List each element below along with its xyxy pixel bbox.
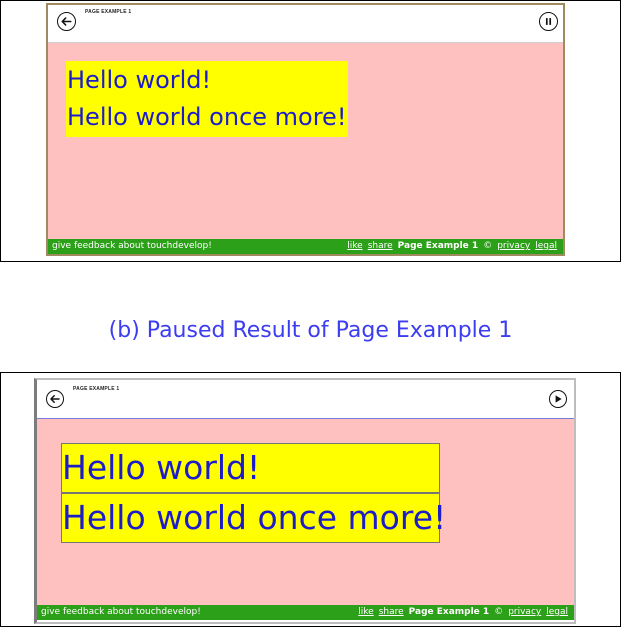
hello-line-1: Hello world! — [62, 448, 261, 487]
share-link[interactable]: share — [379, 605, 404, 620]
back-arrow-icon — [61, 17, 72, 26]
like-link[interactable]: like — [358, 605, 373, 620]
hello-line-1: Hello world! — [67, 66, 212, 94]
back-arrow-icon — [50, 395, 60, 403]
footer-page-name: Page Example 1 — [397, 241, 479, 251]
bottom-app-screen: PAGE EXAMPLE 1 Hello world! Hello world … — [34, 378, 576, 624]
copyright-symbol: © — [494, 607, 504, 617]
page-title: PAGE EXAMPLE 1 — [73, 386, 120, 392]
content-area: Hello world! Hello world once more! — [48, 43, 563, 239]
back-button[interactable] — [57, 12, 76, 31]
top-app-screen: PAGE EXAMPLE 1 Hello world! Hello world … — [46, 3, 565, 256]
top-header-bar: PAGE EXAMPLE 1 — [48, 5, 563, 42]
text-box-row-1: Hello world! — [61, 443, 440, 493]
like-link[interactable]: like — [347, 239, 362, 254]
pause-icon — [545, 18, 552, 25]
footer-page-name: Page Example 1 — [408, 607, 490, 617]
figure-caption: (b) Paused Result of Page Example 1 — [108, 318, 513, 343]
content-area: Hello world! Hello world once more! — [37, 419, 574, 605]
footer-bar: give feedback about touchdevelop! like s… — [37, 605, 574, 620]
footer-links: like share Page Example 1 © privacy lega… — [358, 605, 568, 620]
feedback-link[interactable]: give feedback about touchdevelop! — [52, 239, 212, 254]
legal-link[interactable]: legal — [535, 239, 557, 254]
page-title: PAGE EXAMPLE 1 — [85, 9, 132, 15]
legal-link[interactable]: legal — [546, 605, 568, 620]
pause-button[interactable] — [539, 12, 558, 31]
privacy-link[interactable]: privacy — [508, 605, 541, 620]
text-box: Hello world! Hello world once more! — [66, 61, 348, 137]
share-link[interactable]: share — [368, 239, 393, 254]
privacy-link[interactable]: privacy — [497, 239, 530, 254]
play-icon — [555, 395, 562, 403]
footer-bar: give feedback about touchdevelop! like s… — [48, 239, 563, 254]
play-button[interactable] — [549, 390, 567, 408]
footer-links: like share Page Example 1 © privacy lega… — [347, 239, 557, 254]
bottom-header-bar: PAGE EXAMPLE 1 — [37, 380, 574, 419]
feedback-link[interactable]: give feedback about touchdevelop! — [41, 605, 201, 620]
back-button[interactable] — [46, 390, 64, 408]
copyright-symbol: © — [483, 241, 493, 251]
hello-line-2: Hello world once more! — [67, 103, 347, 131]
hello-line-2: Hello world once more! — [62, 498, 447, 537]
text-box-row-2: Hello world once more! — [61, 493, 446, 543]
